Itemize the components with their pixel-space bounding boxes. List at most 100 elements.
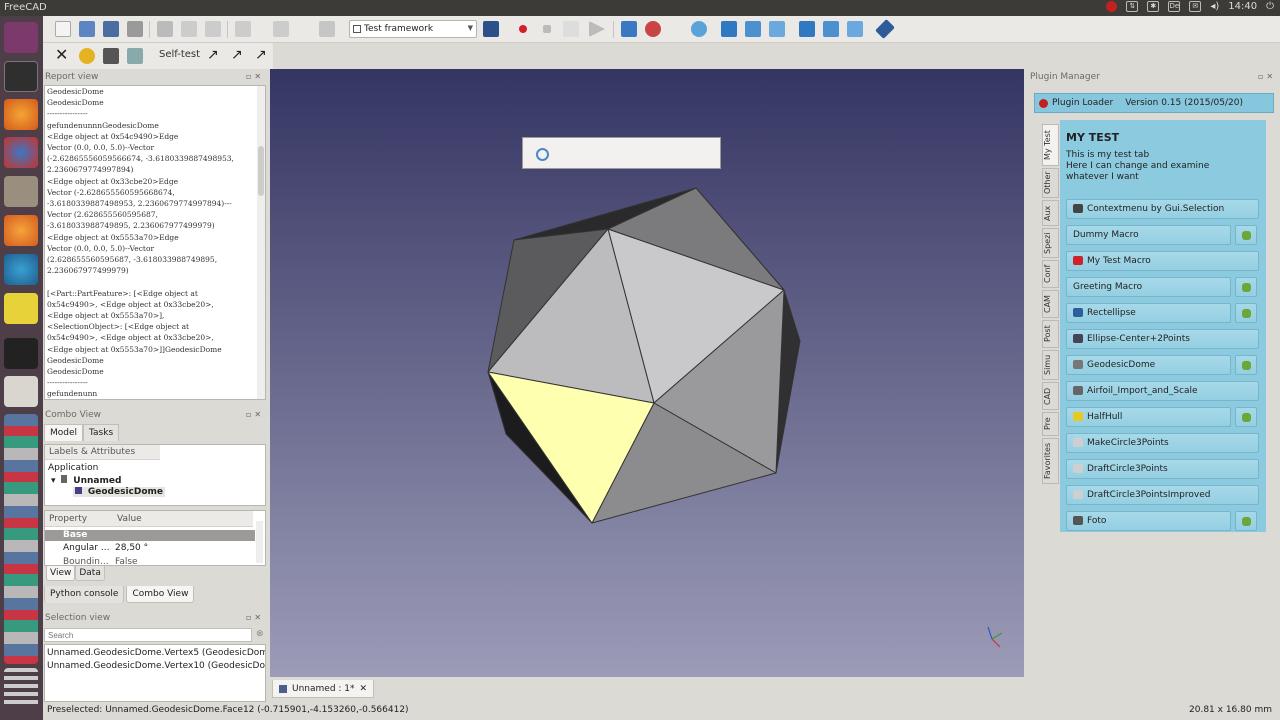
tree-doc-row[interactable]: ▾ Unnamed [51, 475, 121, 486]
print-icon[interactable] [127, 21, 143, 37]
refresh-icon[interactable] [319, 21, 335, 37]
property-value[interactable]: 28,50 ° [115, 542, 148, 555]
tab-conf[interactable]: Conf [1042, 260, 1059, 288]
tab-tasks[interactable]: Tasks [83, 424, 120, 441]
tool-icon[interactable] [127, 48, 143, 64]
plugin-button[interactable]: Airfoil_Import_and_Scale [1066, 381, 1259, 401]
tab-cam[interactable]: CAM [1042, 290, 1059, 318]
top-view-icon[interactable] [745, 21, 761, 37]
files-icon[interactable] [4, 176, 38, 207]
3d-viewport[interactable] [270, 69, 1024, 677]
tree-object-row[interactable]: GeodesicDome [73, 487, 166, 497]
browser-icon[interactable] [4, 254, 38, 285]
configure-icon[interactable] [1235, 511, 1257, 531]
settings-icon[interactable] [4, 137, 38, 168]
property-row[interactable]: Boundin... False [45, 556, 255, 565]
more-apps-icon[interactable] [4, 414, 38, 664]
tab-aux[interactable]: Aux [1042, 200, 1059, 226]
app-icon[interactable] [4, 293, 38, 324]
property-row[interactable]: Angular ... 28,50 ° [45, 542, 255, 555]
list-item[interactable]: Unnamed.GeodesicDome.Vertex5 (GeodesicDo… [47, 647, 265, 660]
open-file-icon[interactable] [79, 21, 95, 37]
isometric-view-icon[interactable] [691, 21, 707, 37]
tab-combo-view[interactable]: Combo View [126, 586, 195, 603]
selftest-button[interactable]: Self-test [159, 49, 200, 60]
record-macro-icon[interactable] [519, 25, 527, 33]
panel-controls[interactable]: ▫✕ [1258, 72, 1276, 81]
tab-cad[interactable]: CAD [1042, 382, 1059, 410]
list-item[interactable]: Unnamed.GeodesicDome.Vertex10 (GeodesicD… [47, 660, 265, 673]
tab-my-test[interactable]: My Test [1042, 124, 1059, 166]
configure-icon[interactable] [1235, 303, 1257, 323]
front-view-icon[interactable] [721, 21, 737, 37]
terminal-icon[interactable] [4, 61, 38, 92]
report-view[interactable]: GeodesicDome GeodesicDome ----------------… [44, 85, 266, 400]
whats-this-icon[interactable] [483, 21, 499, 37]
configure-icon[interactable] [1235, 407, 1257, 427]
document-tab[interactable]: Unnamed : 1* ✕ [272, 680, 375, 698]
tab-pre[interactable]: Pre [1042, 412, 1059, 436]
monitor-icon[interactable] [4, 338, 38, 369]
right-view-icon[interactable] [769, 21, 785, 37]
clear-search-icon[interactable]: ⊗ [256, 629, 264, 639]
plugin-button[interactable]: Ellipse-Center+2Points [1066, 329, 1259, 349]
arrow-icon[interactable]: ↗ [231, 48, 247, 64]
plugin-button[interactable]: Greeting Macro [1066, 277, 1231, 297]
plugin-button[interactable]: GeodesicDome [1066, 355, 1231, 375]
measure-icon[interactable] [875, 19, 895, 39]
left-view-icon[interactable] [847, 21, 863, 37]
tab-post[interactable]: Post [1042, 320, 1059, 348]
tree-root[interactable]: Application [48, 463, 98, 473]
draw-style-icon[interactable] [645, 21, 661, 37]
close-icon[interactable]: ✕ [55, 47, 71, 64]
tab-other[interactable]: Other [1042, 168, 1059, 198]
tab-python-console[interactable]: Python console [44, 586, 125, 603]
stop-macro-icon[interactable] [543, 25, 551, 33]
tab-favorites[interactable]: Favorites [1042, 438, 1059, 484]
plugin-button[interactable]: DraftCircle3PointsImproved [1066, 485, 1259, 505]
plugin-button[interactable]: MakeCircle3Points [1066, 433, 1259, 453]
tab-model[interactable]: Model [44, 424, 84, 441]
plugin-button[interactable]: Rectellipse [1066, 303, 1231, 323]
session-alert-icon[interactable] [1106, 1, 1118, 12]
scrollbar[interactable] [257, 86, 265, 399]
plugin-button[interactable]: Dummy Macro [1066, 225, 1231, 245]
trash-icon[interactable] [4, 668, 38, 708]
save-icon[interactable] [103, 21, 119, 37]
panel-controls[interactable]: ▫✕ [246, 72, 264, 81]
search-app-icon[interactable] [4, 376, 38, 407]
arrow-icon[interactable]: ↗ [207, 48, 223, 64]
close-tab-icon[interactable]: ✕ [360, 684, 368, 694]
rear-view-icon[interactable] [799, 21, 815, 37]
bottom-view-icon[interactable] [823, 21, 839, 37]
plugin-loader-bar[interactable]: Plugin Loader Version 0.15 (2015/05/20) [1034, 93, 1274, 113]
firefox-icon[interactable] [4, 99, 38, 130]
configure-icon[interactable] [1235, 225, 1257, 245]
tab-view[interactable]: View [46, 566, 76, 581]
panel-controls[interactable]: ▫✕ [246, 613, 264, 622]
selection-search-input[interactable] [44, 628, 252, 642]
macro-editor-icon[interactable] [563, 21, 579, 37]
blender-icon[interactable] [4, 215, 38, 246]
tab-spezi[interactable]: Spezi [1042, 228, 1059, 258]
copy-icon[interactable] [181, 21, 197, 37]
network-icon[interactable]: ⇅ [1126, 1, 1139, 12]
arrow-icon[interactable]: ↗ [255, 48, 271, 64]
tab-simu[interactable]: Simu [1042, 350, 1059, 380]
camera-icon[interactable] [103, 48, 119, 64]
plugin-button[interactable]: Foto [1066, 511, 1231, 531]
volume-icon[interactable]: ◂) [1210, 1, 1219, 12]
test-icon[interactable] [79, 48, 95, 64]
configure-icon[interactable] [1235, 277, 1257, 297]
redo-icon[interactable] [273, 21, 289, 37]
workbench-selector[interactable]: Test framework ▼ [349, 20, 477, 38]
paste-icon[interactable] [205, 21, 221, 37]
property-value[interactable]: False [115, 556, 138, 565]
clock[interactable]: 14:40 [1228, 1, 1257, 12]
expand-arrow-icon[interactable]: ▾ [51, 476, 56, 486]
fit-all-icon[interactable] [621, 21, 637, 37]
dash-icon[interactable] [4, 22, 38, 53]
scrollbar[interactable] [256, 521, 263, 563]
plugin-button[interactable]: My Test Macro [1066, 251, 1259, 271]
mail-icon[interactable]: ✉ [1189, 1, 1202, 12]
